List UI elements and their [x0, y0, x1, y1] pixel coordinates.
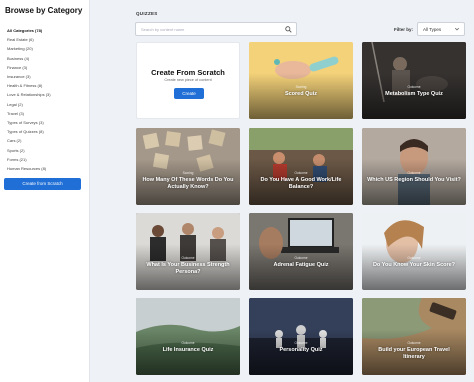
- quiz-card[interactable]: Outcome Do You Have A Good Work/Life Bal…: [249, 128, 353, 205]
- quiz-type-badge: Outcome: [407, 341, 421, 346]
- create-from-scratch-card: Create From Scratch Create new piece of …: [136, 42, 240, 119]
- quiz-title: Scored Quiz: [284, 90, 318, 97]
- quiz-type-badge: Outcome: [294, 171, 308, 176]
- quiz-card[interactable]: Scoring Scored Quiz: [249, 42, 353, 119]
- quiz-title: Metabolism Type Quiz: [385, 90, 443, 97]
- quiz-card[interactable]: Outcome Personality Quiz: [249, 298, 353, 375]
- quiz-title: Build your European Travel Itinerary: [378, 346, 450, 360]
- category-types-of-quizzes[interactable]: Types of Quizzes (8): [7, 127, 89, 136]
- quiz-type-badge: Outcome: [181, 256, 195, 261]
- quiz-card[interactable]: Outcome Do You Know Your Skin Score?: [362, 213, 466, 290]
- quiz-card[interactable]: Outcome Build your European Travel Itine…: [362, 298, 466, 375]
- quiz-title: Which US Region Should You Visit?: [367, 176, 461, 183]
- quiz-title: Do You Have A Good Work/Life Balance?: [260, 176, 342, 190]
- quiz-title: Personality Quiz: [279, 346, 323, 353]
- quiz-type-badge: Outcome: [294, 256, 308, 261]
- quiz-card[interactable]: Outcome Adrenal Fatigue Quiz: [249, 213, 353, 290]
- category-sports[interactable]: Sports (2): [7, 146, 89, 155]
- quiz-type-badge: Outcome: [407, 256, 421, 261]
- search-input[interactable]: Search by content name: [135, 22, 297, 36]
- quiz-title: Do You Know Your Skin Score?: [372, 261, 456, 268]
- category-marketing[interactable]: Marketing (20): [7, 44, 89, 53]
- chevron-down-icon: [454, 27, 460, 31]
- category-insurance[interactable]: Insurance (3): [7, 72, 89, 81]
- scratch-card-title: Create From Scratch: [151, 68, 225, 77]
- quiz-title: Life Insurance Quiz: [162, 346, 214, 353]
- quiz-card[interactable]: Outcome Which US Region Should You Visit…: [362, 128, 466, 205]
- quiz-type-badge: Scoring: [182, 171, 194, 176]
- category-legal[interactable]: Legal (2): [7, 100, 89, 109]
- quiz-title: Adrenal Fatigue Quiz: [273, 261, 329, 268]
- category-human-resources[interactable]: Human Resources (8): [7, 164, 89, 173]
- search-icon[interactable]: [285, 26, 292, 33]
- quiz-title: How Many Of These Words Do You Actually …: [142, 176, 234, 190]
- sidebar-title: Browse by Category: [5, 6, 83, 15]
- category-health-fitness[interactable]: Health & Fitness (8): [7, 81, 89, 90]
- quiz-card[interactable]: Outcome Metabolism Type Quiz: [362, 42, 466, 119]
- category-real-estate[interactable]: Real Estate (6): [7, 35, 89, 44]
- category-finance[interactable]: Finance (3): [7, 63, 89, 72]
- quiz-type-badge: Outcome: [407, 171, 421, 176]
- quiz-title: What Is Your Business Strength Persona?: [146, 261, 230, 275]
- category-types-of-surveys[interactable]: Types of Surveys (3): [7, 118, 89, 127]
- category-love-relationships[interactable]: Love & Relationships (3): [7, 90, 89, 99]
- quiz-card[interactable]: Outcome Life Insurance Quiz: [136, 298, 240, 375]
- type-filter-value: All Types: [423, 27, 442, 32]
- quiz-type-badge: Scoring: [295, 85, 307, 90]
- category-travel[interactable]: Travel (3): [7, 109, 89, 118]
- filter-label: Filter by:: [394, 27, 414, 32]
- category-cars[interactable]: Cars (2): [7, 136, 89, 145]
- sidebar: Browse by Category All Categories (78) R…: [0, 0, 90, 382]
- search-placeholder: Search by content name: [141, 27, 185, 32]
- quiz-card[interactable]: Scoring How Many Of These Words Do You A…: [136, 128, 240, 205]
- category-business[interactable]: Business (4): [7, 54, 89, 63]
- quiz-type-badge: Outcome: [407, 85, 421, 90]
- quiz-type-badge: Outcome: [294, 341, 308, 346]
- category-all[interactable]: All Categories (78): [7, 26, 89, 35]
- create-button[interactable]: Create: [174, 88, 204, 99]
- section-label: QUIZZES: [136, 11, 158, 16]
- create-from-scratch-button[interactable]: Create from Scratch: [4, 178, 81, 190]
- main-content: QUIZZES Search by content name Filter by…: [131, 0, 467, 382]
- type-filter-select[interactable]: All Types: [417, 22, 465, 36]
- quiz-type-badge: Outcome: [181, 341, 195, 346]
- category-forms[interactable]: Forms (21): [7, 155, 89, 164]
- category-list: All Categories (78) Real Estate (6) Mark…: [7, 26, 89, 173]
- scratch-card-subtitle: Create new piece of content: [164, 78, 212, 82]
- quiz-card[interactable]: Outcome What Is Your Business Strength P…: [136, 213, 240, 290]
